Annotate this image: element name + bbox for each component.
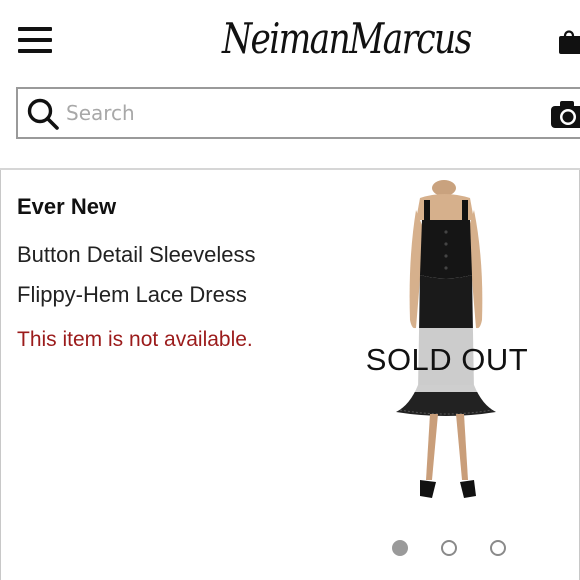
- sold-out-badge: SOLD OUT: [362, 328, 532, 392]
- product-brand: Ever New: [17, 194, 117, 219]
- carousel-dot-1[interactable]: [392, 540, 408, 556]
- carousel-dot-2[interactable]: [441, 540, 457, 556]
- search-icon[interactable]: [26, 97, 60, 131]
- search-bar: [16, 87, 580, 139]
- site-logo[interactable]: NeimanMarcus: [222, 14, 472, 63]
- image-carousel-indicators: [392, 540, 512, 558]
- product-title-line-2: Flippy-Hem Lace Dress: [17, 282, 247, 307]
- hamburger-menu-icon[interactable]: [18, 27, 52, 55]
- camera-icon[interactable]: [550, 99, 580, 129]
- availability-message: This item is not available.: [17, 328, 253, 351]
- shopping-bag-icon[interactable]: [558, 26, 580, 56]
- product-title-line-1: Button Detail Sleeveless: [17, 242, 256, 267]
- site-header: NeimanMarcus: [0, 0, 580, 170]
- search-input[interactable]: [66, 95, 486, 131]
- sold-out-label: SOLD OUT: [365, 342, 529, 377]
- carousel-dot-3[interactable]: [490, 540, 506, 556]
